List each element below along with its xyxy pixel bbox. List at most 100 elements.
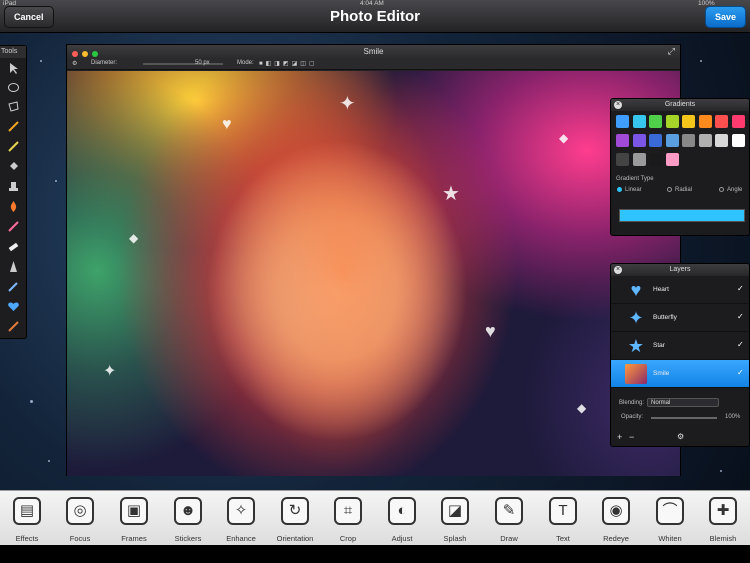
dropper-tool-icon[interactable]	[7, 280, 20, 293]
navigation-bar: iPad 4:04 AM 100% Cancel Photo Editor Sa…	[0, 0, 750, 33]
gradient-swatch[interactable]	[731, 134, 745, 147]
gradient-swatch[interactable]	[698, 134, 712, 147]
tool-orientation-button[interactable]: ↻ Orientation	[270, 497, 320, 547]
gradient-swatch[interactable]	[632, 115, 646, 128]
gradient-swatch[interactable]	[715, 115, 728, 128]
radial-label: Radial	[675, 187, 693, 193]
sharpen-tool-icon[interactable]	[7, 260, 20, 273]
heart-icon: ♥	[630, 280, 642, 300]
focus-icon: ◎	[66, 497, 94, 525]
gear-icon[interactable]: ⚙	[72, 60, 77, 67]
gradient-swatch[interactable]	[616, 134, 629, 147]
heart-shape-tool-icon[interactable]	[7, 300, 20, 313]
lasso-tool-icon[interactable]	[7, 100, 20, 113]
tool-draw-button[interactable]: ✎ Draw	[484, 497, 534, 547]
pencil-tool-icon[interactable]	[7, 140, 20, 153]
visibility-checkbox[interactable]: ✓	[737, 285, 745, 293]
line-tool-icon[interactable]	[7, 320, 20, 333]
visibility-checkbox[interactable]: ✓	[737, 369, 745, 377]
layer-name: Smile	[653, 370, 670, 377]
photo-canvas[interactable]: ✦ ♥ ★ ♥ ✦ ◆ ◆ ◆	[67, 71, 680, 476]
gradient-swatch[interactable]	[665, 115, 679, 128]
fullscreen-icon[interactable]: ⤢	[668, 45, 675, 58]
gradient-swatch[interactable]	[616, 115, 629, 128]
gradient-swatch[interactable]	[649, 115, 662, 128]
add-layer-icon[interactable]: +	[617, 432, 622, 442]
layer-row-butterfly[interactable]: ✦ Butterfly ✓	[611, 304, 749, 332]
paint-bucket-icon[interactable]	[7, 160, 20, 173]
tool-label: Crop	[339, 534, 357, 543]
layers-header: × Layers	[611, 264, 749, 276]
blending-select[interactable]: Normal	[647, 398, 719, 407]
burn-tool-icon[interactable]	[7, 200, 20, 213]
brush-tool-icon[interactable]	[7, 120, 20, 133]
butterfly-sticker-icon: ✦	[339, 93, 356, 115]
linear-radio[interactable]	[617, 187, 622, 192]
flake-icon: ◆	[577, 401, 587, 415]
stickers-icon: ☻	[174, 497, 202, 525]
gradient-swatch[interactable]	[682, 115, 695, 128]
ellipse-select-icon[interactable]	[7, 81, 20, 94]
document-title: Smile	[363, 47, 384, 56]
layer-row-star[interactable]: ★ Star ✓	[611, 332, 749, 360]
radial-radio[interactable]	[667, 187, 672, 192]
tool-whiten-button[interactable]: ⌒ Whiten	[645, 497, 695, 547]
tool-redeye-button[interactable]: ◉ Redeye	[591, 497, 641, 547]
layer-settings-icon[interactable]: ⚙	[677, 432, 684, 441]
gradient-swatch[interactable]	[632, 153, 646, 166]
tool-label: Whiten	[658, 534, 682, 543]
gradient-swatch[interactable]	[649, 153, 662, 166]
page-title: Photo Editor	[330, 8, 420, 25]
minimize-window-icon[interactable]	[82, 51, 88, 57]
save-button[interactable]: Save	[704, 6, 746, 28]
heart-sticker-icon: ♥	[222, 116, 232, 133]
pointer-tool-icon[interactable]	[7, 62, 20, 75]
opacity-slider[interactable]	[651, 417, 717, 419]
gradient-swatch[interactable]	[682, 134, 695, 147]
tool-splash-button[interactable]: ◪ Splash	[430, 497, 480, 547]
close-window-icon[interactable]	[72, 51, 78, 57]
visibility-checkbox[interactable]: ✓	[737, 313, 745, 321]
gradient-swatch[interactable]	[731, 115, 745, 128]
layer-row-heart[interactable]: ♥ Heart ✓	[611, 276, 749, 304]
close-icon[interactable]: ×	[614, 101, 622, 109]
zoom-window-icon[interactable]	[92, 51, 98, 57]
opacity-label: Opacity:	[621, 414, 644, 420]
tool-blemish-button[interactable]: ✚ Blemish	[698, 497, 748, 547]
remove-layer-icon[interactable]: −	[629, 432, 634, 442]
text-icon: T	[549, 497, 577, 525]
clone-stamp-icon[interactable]	[7, 180, 20, 193]
gradient-swatch[interactable]	[665, 153, 679, 166]
layer-row-smile[interactable]: Smile ✓	[611, 360, 749, 388]
angle-radio[interactable]	[719, 187, 724, 192]
tool-focus-button[interactable]: ◎ Focus	[55, 497, 105, 547]
gradient-swatch[interactable]	[665, 134, 679, 147]
diameter-slider[interactable]	[143, 63, 223, 65]
gradient-swatch[interactable]	[715, 134, 728, 147]
tool-effects-button[interactable]: ▤ Effects	[2, 497, 52, 547]
frames-icon: ▣	[120, 497, 148, 525]
tool-label: Splash	[443, 534, 467, 543]
gradient-swatch[interactable]	[649, 134, 662, 147]
gradient-swatch[interactable]	[632, 134, 646, 147]
tool-label: Frames	[121, 534, 147, 543]
layer-name: Butterfly	[653, 314, 677, 321]
tool-stickers-button[interactable]: ☻ Stickers	[163, 497, 213, 547]
tool-enhance-button[interactable]: ✧ Enhance	[216, 497, 266, 547]
tool-crop-button[interactable]: ⌗ Crop	[323, 497, 373, 547]
tool-text-button[interactable]: T Text	[538, 497, 588, 547]
tool-frames-button[interactable]: ▣ Frames	[109, 497, 159, 547]
tool-label: Enhance	[226, 534, 256, 543]
gradient-preview-bar[interactable]	[619, 209, 745, 222]
gradient-swatch[interactable]	[698, 115, 712, 128]
gradient-swatch[interactable]	[616, 153, 629, 166]
tool-label: Blemish	[709, 534, 737, 543]
tool-label: Draw	[500, 534, 518, 543]
eraser-tool-icon[interactable]	[7, 240, 20, 253]
smudge-tool-icon[interactable]	[7, 220, 20, 233]
tool-adjust-button[interactable]: ◐ Adjust	[377, 497, 427, 547]
visibility-checkbox[interactable]: ✓	[737, 341, 745, 349]
mode-buttons[interactable]: ■◧◨◩◪◫▢	[259, 60, 318, 67]
document-toolbar: ⚙ Diameter: 50 px Mode: ■◧◨◩◪◫▢	[67, 58, 680, 70]
close-icon[interactable]: ×	[614, 266, 622, 274]
